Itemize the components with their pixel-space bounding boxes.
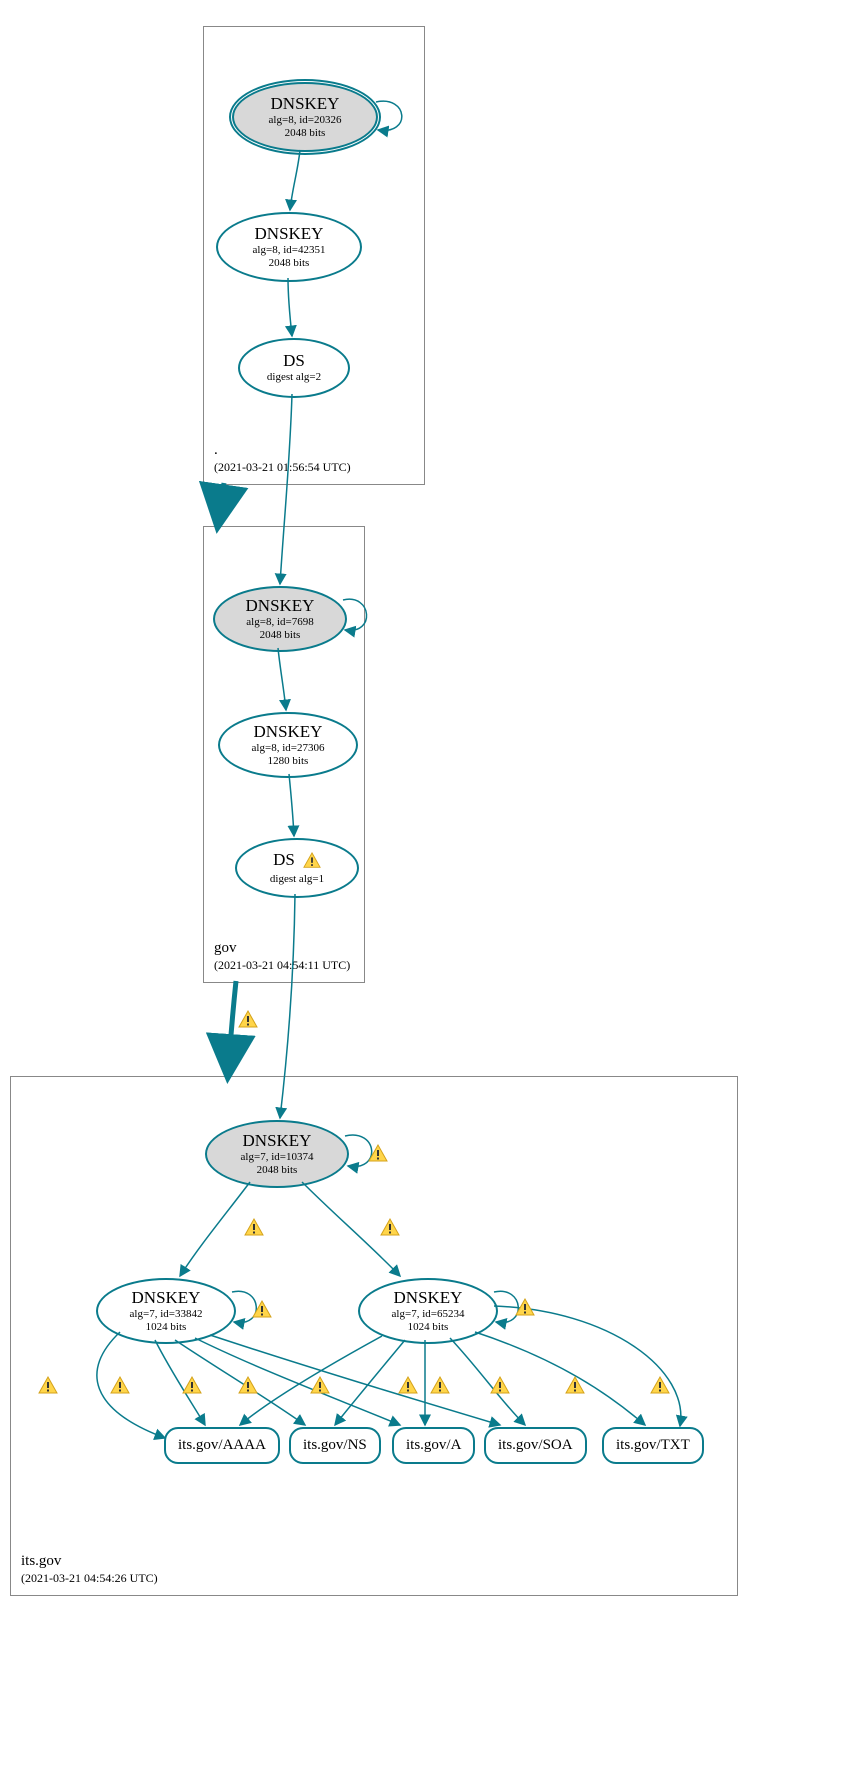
node-alg: alg=8, id=7698: [246, 616, 313, 629]
node-alg: alg=7, id=65234: [392, 1308, 465, 1321]
zone-root-name: .: [214, 441, 351, 461]
node-alg: alg=8, id=27306: [252, 742, 325, 755]
zone-gov-name: gov: [214, 939, 350, 959]
dnskey-itsgov-zsk2: DNSKEY alg=7, id=65234 1024 bits: [358, 1278, 498, 1344]
zone-gov-label: gov (2021-03-21 04:54:11 UTC): [214, 939, 350, 974]
node-title: DNSKEY: [271, 94, 340, 114]
zone-gov-ts: (2021-03-21 04:54:11 UTC): [214, 958, 350, 974]
node-alg: alg=8, id=42351: [253, 244, 326, 257]
warning-icon: [398, 1376, 418, 1394]
node-bits: 2048 bits: [285, 127, 326, 140]
warning-icon: [490, 1376, 510, 1394]
rrset-aaaa: its.gov/AAAA: [164, 1427, 280, 1464]
warning-icon: [380, 1218, 400, 1236]
node-alg: alg=7, id=10374: [241, 1151, 314, 1164]
rrset-ns: its.gov/NS: [289, 1427, 381, 1464]
rrset-a: its.gov/A: [392, 1427, 475, 1464]
node-alg: alg=8, id=20326: [269, 114, 342, 127]
warning-icon: [110, 1376, 130, 1394]
dnskey-root-ksk: DNSKEY alg=8, id=20326 2048 bits: [232, 82, 378, 152]
node-title: DNSKEY: [255, 224, 324, 244]
node-bits: 2048 bits: [257, 1164, 298, 1177]
warning-icon: [565, 1376, 585, 1394]
warning-icon: [303, 852, 321, 873]
dnskey-root-zsk: DNSKEY alg=8, id=42351 2048 bits: [216, 212, 362, 282]
rrset-soa: its.gov/SOA: [484, 1427, 587, 1464]
zone-itsgov-name: its.gov: [21, 1552, 158, 1572]
node-bits: 2048 bits: [260, 629, 301, 642]
node-title: DNSKEY: [394, 1288, 463, 1308]
node-bits: 1024 bits: [408, 1321, 449, 1334]
dnskey-gov-zsk: DNSKEY alg=8, id=27306 1280 bits: [218, 712, 358, 778]
warning-icon: [252, 1300, 272, 1318]
node-title: DNSKEY: [132, 1288, 201, 1308]
zone-itsgov-label: its.gov (2021-03-21 04:54:26 UTC): [21, 1552, 158, 1587]
warning-icon: [368, 1144, 388, 1162]
rrset-txt: its.gov/TXT: [602, 1427, 704, 1464]
node-bits: 2048 bits: [269, 257, 310, 270]
ds-gov: DS digest alg=1: [235, 838, 359, 898]
zone-itsgov-ts: (2021-03-21 04:54:26 UTC): [21, 1571, 158, 1587]
dnskey-itsgov-ksk: DNSKEY alg=7, id=10374 2048 bits: [205, 1120, 349, 1188]
node-digest: digest alg=1: [270, 873, 324, 886]
node-alg: alg=7, id=33842: [130, 1308, 203, 1321]
warning-icon: [244, 1218, 264, 1236]
node-title: DS: [283, 351, 305, 371]
node-bits: 1024 bits: [146, 1321, 187, 1334]
node-title: DS: [273, 850, 295, 869]
ds-root: DS digest alg=2: [238, 338, 350, 398]
zone-root-ts: (2021-03-21 01:56:54 UTC): [214, 460, 351, 476]
warning-icon: [238, 1376, 258, 1394]
warning-icon: [515, 1298, 535, 1316]
warning-icon: [238, 1010, 258, 1028]
warning-icon: [310, 1376, 330, 1394]
node-title: DNSKEY: [254, 722, 323, 742]
warning-icon: [38, 1376, 58, 1394]
dnskey-gov-ksk: DNSKEY alg=8, id=7698 2048 bits: [213, 586, 347, 652]
node-title: DNSKEY: [243, 1131, 312, 1151]
warning-icon: [650, 1376, 670, 1394]
warning-icon: [182, 1376, 202, 1394]
node-title: DNSKEY: [246, 596, 315, 616]
zone-root-label: . (2021-03-21 01:56:54 UTC): [214, 441, 351, 476]
node-bits: 1280 bits: [268, 755, 309, 768]
dnskey-itsgov-zsk1: DNSKEY alg=7, id=33842 1024 bits: [96, 1278, 236, 1344]
node-digest: digest alg=2: [267, 371, 321, 384]
warning-icon: [430, 1376, 450, 1394]
